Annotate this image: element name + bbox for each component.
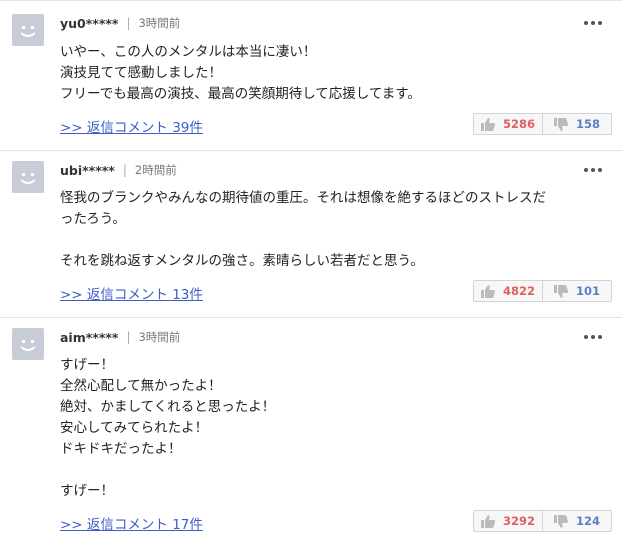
comment-divider [0, 317, 622, 318]
meta-separator: | [126, 330, 131, 344]
comment-meta: ubi***** | 2時間前 [60, 162, 177, 178]
avatar[interactable] [12, 328, 44, 360]
reply-link[interactable]: >> 返信コメント 39件 [60, 116, 203, 136]
post-time: 2時間前 [134, 163, 177, 177]
post-time: 3時間前 [138, 330, 181, 344]
dislike-count: 158 [575, 117, 600, 131]
comment-line [60, 460, 610, 481]
vote-buttons: 3292 124 [473, 510, 612, 532]
thumbs-down-icon [553, 117, 568, 131]
comment-line: いやー、この人のメンタルは本当に凄い！ [60, 44, 317, 60]
like-count: 3292 [502, 514, 535, 528]
more-options-icon[interactable] [584, 165, 602, 175]
user-name[interactable]: ubi***** [60, 163, 115, 178]
reply-link[interactable]: >> 返信コメント 17件 [60, 513, 203, 533]
dislike-button[interactable]: 124 [542, 511, 611, 531]
vote-buttons: 4822 101 [473, 280, 612, 302]
like-button[interactable]: 5286 [474, 114, 542, 134]
user-name[interactable]: yu0***** [60, 16, 118, 31]
comment-meta: yu0***** | 3時間前 [60, 15, 180, 31]
reply-link[interactable]: >> 返信コメント 13件 [60, 283, 203, 303]
comment-line: ドキドキだったよ！ [60, 441, 182, 457]
more-options-icon[interactable] [584, 18, 602, 28]
comment-line: 安心してみてられたよ！ [60, 420, 209, 436]
thumbs-up-icon [480, 284, 495, 298]
thumbs-down-icon [553, 514, 568, 528]
top-divider [0, 0, 622, 1]
comment-meta: aim***** | 3時間前 [60, 329, 180, 345]
comment-line: フリーでも最高の演技、最高の笑顔期待して応援してます。 [60, 86, 421, 102]
comment-body: いやー、この人のメンタルは本当に凄い！ 演技見てて感動しました！ フリーでも最高… [60, 42, 610, 105]
comment-line: 絶対、かましてくれると思ったよ！ [60, 399, 276, 415]
comment-body: 怪我のブランクやみんなの期待値の重圧。それは想像を絶するほどのストレスだ ったろ… [60, 188, 610, 272]
smiley-face-icon [20, 340, 36, 351]
meta-separator: | [122, 163, 127, 177]
avatar[interactable] [12, 161, 44, 193]
meta-separator: | [126, 16, 131, 30]
dislike-button[interactable]: 101 [542, 281, 611, 301]
comment-line: 怪我のブランクやみんなの期待値の重圧。それは想像を絶するほどのストレスだ [60, 190, 546, 206]
smiley-face-icon [20, 26, 36, 37]
comment-line: すげー！ [60, 483, 114, 499]
comment-line: 全然心配して無かったよ！ [60, 378, 222, 394]
thumbs-up-icon [480, 514, 495, 528]
comment-line [60, 230, 610, 251]
thumbs-down-icon [553, 284, 568, 298]
comment-body: すげー！ 全然心配して無かったよ！ 絶対、かましてくれると思ったよ！ 安心してみ… [60, 355, 610, 502]
avatar[interactable] [12, 14, 44, 46]
thumbs-up-icon [480, 117, 495, 131]
comment-line: すげー！ [60, 357, 114, 373]
like-button[interactable]: 3292 [474, 511, 542, 531]
comment-line: ったろう。 [60, 211, 126, 227]
like-count: 4822 [502, 284, 535, 298]
like-count: 5286 [502, 117, 535, 131]
post-time: 3時間前 [138, 16, 181, 30]
vote-buttons: 5286 158 [473, 113, 612, 135]
comment-line: 演技見てて感動しました！ [60, 65, 222, 81]
comment-line: それを跳ね返すメンタルの強さ。素晴らしい若者だと思う。 [60, 253, 424, 269]
smiley-face-icon [20, 173, 36, 184]
like-button[interactable]: 4822 [474, 281, 542, 301]
dislike-count: 101 [575, 284, 600, 298]
dislike-count: 124 [575, 514, 600, 528]
dislike-button[interactable]: 158 [542, 114, 611, 134]
comment-divider [0, 150, 622, 151]
more-options-icon[interactable] [584, 332, 602, 342]
user-name[interactable]: aim***** [60, 330, 118, 345]
